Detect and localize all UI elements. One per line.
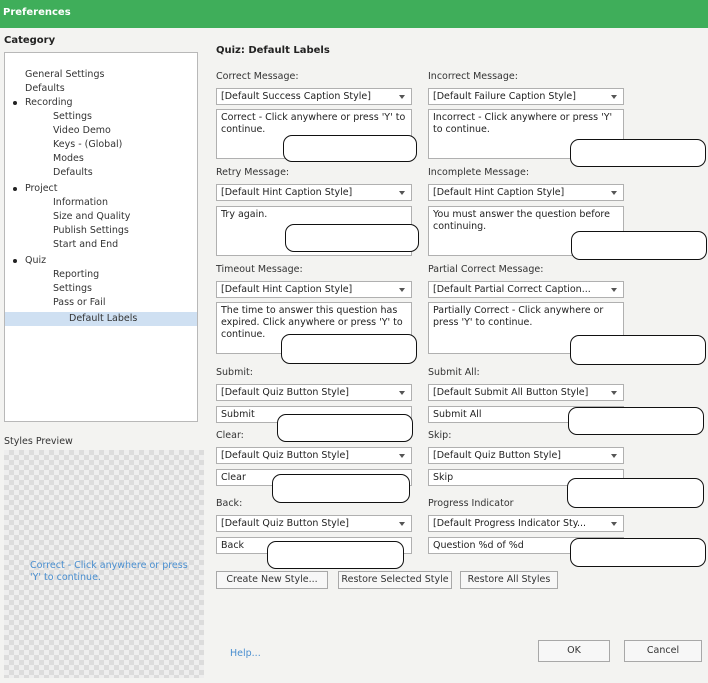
- tree-item-quiz[interactable]: Quiz: [25, 254, 46, 268]
- correct-style-select[interactable]: [Default Success Caption Style]: [216, 88, 412, 105]
- back-label: Back:: [216, 498, 243, 509]
- partial-style-value: [Default Partial Correct Caption...: [433, 284, 591, 295]
- submit-all-style-value: [Default Submit All Button Style]: [433, 387, 589, 398]
- progress-style-value: [Default Progress Indicator Sty...: [433, 518, 587, 529]
- tree-item-general-settings[interactable]: General Settings: [25, 68, 104, 82]
- chevron-down-icon: [399, 391, 405, 395]
- styles-preview-label: Styles Preview: [4, 436, 73, 447]
- skip-style-value: [Default Quiz Button Style]: [433, 450, 561, 461]
- chevron-down-icon: [399, 288, 405, 292]
- chevron-down-icon: [611, 522, 617, 526]
- tree-item-information[interactable]: Information: [53, 196, 108, 210]
- correct-message-label: Correct Message:: [216, 71, 299, 82]
- partial-style-select[interactable]: [Default Partial Correct Caption...: [428, 281, 624, 298]
- help-link[interactable]: Help...: [230, 648, 261, 659]
- chevron-down-icon: [399, 95, 405, 99]
- retry-style-value: [Default Hint Caption Style]: [221, 187, 353, 198]
- cancel-button[interactable]: Cancel: [624, 640, 702, 662]
- category-label: Category: [4, 35, 56, 46]
- expand-bullet-icon[interactable]: [13, 259, 17, 263]
- ok-button[interactable]: OK: [538, 640, 610, 662]
- title-bar: Preferences: [0, 0, 708, 28]
- tree-item-size-and-quality[interactable]: Size and Quality: [53, 210, 130, 224]
- tree-item-quiz-settings[interactable]: Settings: [53, 282, 92, 296]
- tree-item-recording[interactable]: Recording: [25, 96, 73, 110]
- tree-item-video-demo[interactable]: Video Demo: [53, 124, 111, 138]
- create-new-style-button[interactable]: Create New Style...: [216, 571, 328, 589]
- redaction-box: [272, 474, 410, 503]
- incomplete-style-value: [Default Hint Caption Style]: [433, 187, 565, 198]
- chevron-down-icon: [399, 191, 405, 195]
- restore-all-styles-button[interactable]: Restore All Styles: [460, 571, 558, 589]
- timeout-style-select[interactable]: [Default Hint Caption Style]: [216, 281, 412, 298]
- tree-item-start-and-end[interactable]: Start and End: [53, 238, 118, 252]
- tree-item-reporting[interactable]: Reporting: [53, 268, 99, 282]
- correct-style-value: [Default Success Caption Style]: [221, 91, 371, 102]
- clear-style-value: [Default Quiz Button Style]: [221, 450, 349, 461]
- redaction-box: [571, 231, 707, 260]
- tree-item-keys-global[interactable]: Keys - (Global): [53, 138, 122, 152]
- clear-label: Clear:: [216, 430, 244, 441]
- timeout-style-value: [Default Hint Caption Style]: [221, 284, 353, 295]
- skip-style-select[interactable]: [Default Quiz Button Style]: [428, 447, 624, 464]
- expand-bullet-icon[interactable]: [13, 101, 17, 105]
- chevron-down-icon: [399, 454, 405, 458]
- redaction-box: [570, 538, 706, 567]
- tree-item-recording-defaults[interactable]: Defaults: [53, 166, 93, 180]
- chevron-down-icon: [611, 288, 617, 292]
- progress-indicator-label: Progress Indicator: [428, 498, 514, 509]
- tree-item-modes[interactable]: Modes: [53, 152, 84, 166]
- incorrect-message-label: Incorrect Message:: [428, 71, 518, 82]
- submit-label: Submit:: [216, 367, 253, 378]
- tree-item-project[interactable]: Project: [25, 182, 58, 196]
- restore-selected-style-button[interactable]: Restore Selected Style: [338, 571, 452, 589]
- clear-style-select[interactable]: [Default Quiz Button Style]: [216, 447, 412, 464]
- submit-style-value: [Default Quiz Button Style]: [221, 387, 349, 398]
- styles-preview-text: Correct - Click anywhere or press 'Y' to…: [30, 560, 188, 583]
- page-title: Quiz: Default Labels: [216, 45, 330, 56]
- incomplete-message-label: Incomplete Message:: [428, 167, 530, 178]
- category-tree[interactable]: General Settings Defaults Recording Setting…: [4, 52, 198, 422]
- tree-item-publish-settings[interactable]: Publish Settings: [53, 224, 129, 238]
- incorrect-style-value: [Default Failure Caption Style]: [433, 91, 576, 102]
- submit-all-style-select[interactable]: [Default Submit All Button Style]: [428, 384, 624, 401]
- expand-bullet-icon[interactable]: [13, 187, 17, 191]
- redaction-box: [277, 414, 413, 442]
- retry-style-select[interactable]: [Default Hint Caption Style]: [216, 184, 412, 201]
- partial-correct-label: Partial Correct Message:: [428, 264, 544, 275]
- submit-style-select[interactable]: [Default Quiz Button Style]: [216, 384, 412, 401]
- redaction-box: [281, 334, 417, 364]
- chevron-down-icon: [611, 95, 617, 99]
- chevron-down-icon: [611, 191, 617, 195]
- redaction-box: [567, 478, 704, 508]
- chevron-down-icon: [611, 454, 617, 458]
- tree-item-default-labels[interactable]: Default Labels: [5, 312, 197, 326]
- incomplete-style-select[interactable]: [Default Hint Caption Style]: [428, 184, 624, 201]
- progress-style-select[interactable]: [Default Progress Indicator Sty...: [428, 515, 624, 532]
- tree-item-pass-or-fail[interactable]: Pass or Fail: [53, 296, 105, 310]
- skip-label: Skip:: [428, 430, 452, 441]
- timeout-message-label: Timeout Message:: [216, 264, 303, 275]
- redaction-box: [283, 135, 417, 162]
- chevron-down-icon: [611, 391, 617, 395]
- retry-message-label: Retry Message:: [216, 167, 290, 178]
- incorrect-style-select[interactable]: [Default Failure Caption Style]: [428, 88, 624, 105]
- back-style-select[interactable]: [Default Quiz Button Style]: [216, 515, 412, 532]
- redaction-box: [570, 335, 706, 365]
- window-title: Preferences: [3, 7, 71, 18]
- redaction-box: [267, 541, 404, 569]
- tree-item-recording-settings[interactable]: Settings: [53, 110, 92, 124]
- chevron-down-icon: [399, 522, 405, 526]
- submit-all-label: Submit All:: [428, 367, 480, 378]
- redaction-box: [568, 407, 704, 435]
- back-style-value: [Default Quiz Button Style]: [221, 518, 349, 529]
- redaction-box: [570, 139, 706, 167]
- redaction-box: [285, 224, 419, 252]
- tree-item-defaults[interactable]: Defaults: [25, 82, 65, 96]
